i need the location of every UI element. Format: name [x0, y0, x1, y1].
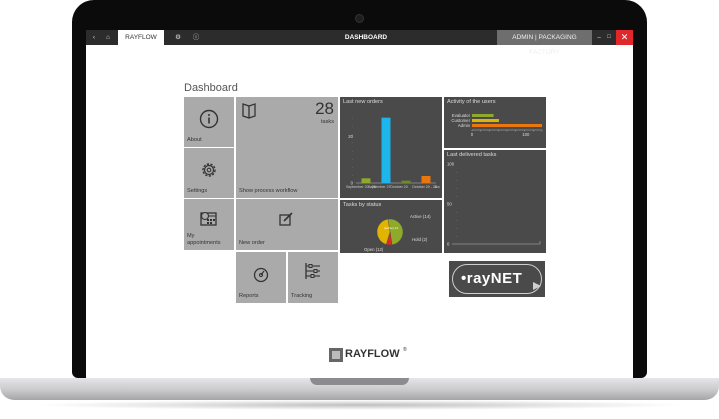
y-tick-mark: -	[352, 172, 354, 177]
last-orders-chart: 020--------September 20 - 26September 27…	[346, 115, 440, 189]
delivered-y-tick-label: 100	[447, 162, 455, 167]
maximize-icon[interactable]: □	[604, 30, 614, 45]
laptop-shadow	[30, 400, 689, 410]
delivered-y-tick-mark: -	[456, 194, 458, 199]
rayflow-logo-text: RAYFLOW	[345, 348, 400, 360]
status-chart: (active) 14 Active (14) Hold (2) Open (12)	[364, 214, 431, 252]
appointments-label-line2: appointments	[187, 239, 221, 246]
delivered-y-tick-mark: -	[456, 170, 458, 175]
last-orders-panel[interactable]: Last new orders 0 20- - - - - - - - September 20 …	[340, 97, 442, 198]
activity-panel[interactable]: Activity of the users Evaluator Customer A…	[444, 97, 546, 148]
x-tick-label: Jun	[434, 185, 440, 189]
rayflow-trademark: ®	[403, 347, 407, 353]
edit-icon	[279, 212, 293, 226]
settings-tile[interactable]: Settings	[184, 148, 234, 198]
appointments-label-line1: My	[187, 233, 195, 239]
activity-x-tick-label: 0	[471, 132, 474, 137]
about-tile[interactable]: About	[184, 97, 234, 147]
delivered-chart: 050100--------	[447, 162, 541, 247]
x-tick-label: October 20	[390, 185, 408, 189]
activity-x-tick-label: 100	[522, 132, 530, 137]
page-title: Dashboard	[184, 82, 238, 94]
back-arrow-icon[interactable]: ‹	[89, 30, 99, 45]
raynet-logo-text: •rayNET	[461, 270, 523, 287]
delivered-y-tick-label: 0	[447, 242, 450, 247]
bar-1	[381, 117, 391, 183]
pie-label-open: Open (12)	[364, 247, 384, 252]
y-tick-mark: -	[352, 148, 354, 153]
raynet-logo-pill: •rayNET	[452, 264, 542, 294]
y-tick-mark: -	[352, 140, 354, 145]
y-tick-mark: -	[352, 156, 354, 161]
activity-category-label: Admin	[458, 123, 471, 128]
laptop-notch	[310, 378, 409, 385]
pie-label-hold: Hold (2)	[412, 237, 428, 242]
pie-label-active: Active (14)	[410, 214, 431, 219]
delivered-y-tick-mark: -	[456, 210, 458, 215]
close-icon[interactable]: ✕	[616, 30, 633, 45]
tracking-icon	[305, 263, 320, 279]
context-button[interactable]: ADMIN | PACKAGING FACTORY	[497, 30, 592, 56]
gear-icon	[202, 163, 216, 177]
raynet-arrow-icon	[533, 277, 541, 290]
y-tick-mark: -	[352, 115, 354, 120]
title-bar: ‹ ⌂ RAYFLOW ⚙ ⓘ DASHBOARD ADMIN | PACKAG…	[86, 30, 633, 56]
new-order-label: New order	[239, 239, 265, 246]
appointments-tile[interactable]: My appointments	[184, 199, 234, 250]
activity-bar-0	[472, 114, 494, 117]
y-tick-mark: -	[352, 164, 354, 169]
activity-chart: EvaluatorCustomerAdmin0 100	[451, 113, 543, 137]
about-label: About	[187, 136, 202, 143]
tab-rayflow[interactable]: RAYFLOW	[118, 30, 164, 45]
home-icon[interactable]: ⌂	[102, 30, 114, 45]
delivered-y-tick-mark: -	[456, 226, 458, 231]
appointments-label: My appointments	[187, 233, 221, 246]
tracking-label: Tracking	[291, 292, 313, 299]
task-count-unit: tasks	[320, 119, 334, 125]
gauge-icon	[253, 267, 269, 283]
delivered-y-tick-label: 50	[447, 202, 452, 207]
window-title: DASHBOARD	[344, 34, 388, 41]
tracking-tile[interactable]: Tracking	[288, 252, 338, 303]
activity-bar-2	[472, 124, 542, 127]
new-order-tile[interactable]: New order	[236, 199, 338, 250]
minimize-icon[interactable]: –	[594, 30, 604, 45]
status-panel[interactable]: Tasks by status (active) 14 Active (14) Ho…	[340, 200, 442, 253]
rayflow-logo-icon	[329, 348, 343, 362]
raynet-logo: •rayNET	[449, 261, 545, 297]
workflow-label: Show process workflow	[239, 187, 298, 194]
y-tick-mark: -	[352, 123, 354, 128]
reports-label: Reports	[239, 292, 259, 299]
pie-center-label: (active) 14	[384, 226, 398, 230]
book-icon	[242, 103, 256, 119]
bar-0	[361, 178, 371, 183]
settings-gear-icon[interactable]: ⚙	[172, 30, 184, 45]
reports-tile[interactable]: Reports	[236, 252, 286, 303]
x-tick-label: September 27	[368, 185, 391, 189]
delivered-y-tick-mark: -	[456, 218, 458, 223]
settings-label: Settings	[187, 187, 208, 194]
delivered-y-tick-mark: -	[456, 186, 458, 191]
delivered-panel[interactable]: Last delivered tasks 0 50 100- - - - - - - -	[444, 150, 546, 253]
webcam	[355, 14, 364, 23]
bar-3	[421, 176, 431, 183]
activity-bar-1	[472, 119, 499, 122]
bar-2	[401, 180, 411, 183]
delivered-y-tick-mark: -	[456, 234, 458, 239]
delivered-y-tick-mark: -	[456, 178, 458, 183]
y-tick-mark: -	[352, 132, 354, 137]
info-icon[interactable]: ⓘ	[190, 30, 202, 45]
info-circle-icon	[199, 109, 219, 129]
workflow-tile[interactable]: 28 tasks Show process workflow	[236, 97, 338, 198]
task-count: 28	[315, 99, 334, 118]
calendar-clock-icon	[200, 211, 217, 226]
app-window: ‹ ⌂ RAYFLOW ⚙ ⓘ DASHBOARD ADMIN | PACKAG…	[86, 30, 633, 378]
